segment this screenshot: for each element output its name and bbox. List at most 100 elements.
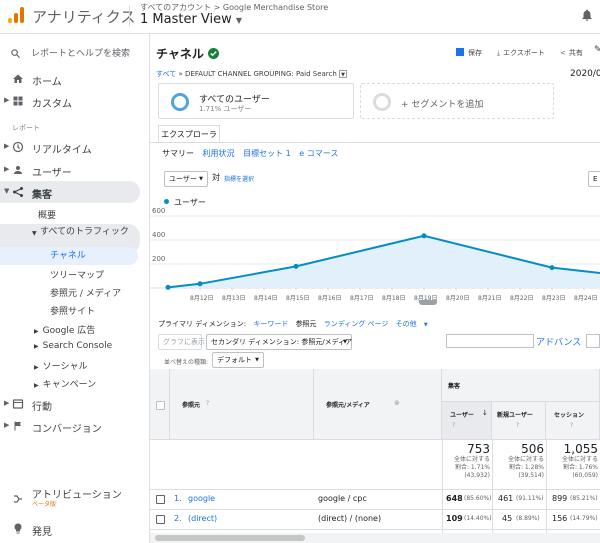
- primary-dim-label: プライマリ ディメンション:: [158, 320, 247, 328]
- date-range[interactable]: 2020/0: [570, 69, 600, 79]
- sidebar-item-home[interactable]: ホーム: [0, 68, 140, 90]
- row-source[interactable]: google: [188, 494, 215, 503]
- dim-keyword[interactable]: キーワード: [253, 320, 288, 328]
- row-medium[interactable]: (direct) / (none): [318, 514, 381, 523]
- sidebar-item-realtime[interactable]: ▶ リアルタイム: [0, 136, 140, 158]
- sidebar-sub-campaigns[interactable]: ▶ キャンペーン: [34, 377, 96, 390]
- save-label: 保存: [468, 49, 482, 57]
- table-search-input[interactable]: [446, 334, 534, 348]
- sidebar-item-conversions[interactable]: ▶ コンバージョン: [0, 415, 140, 437]
- dim-landing-page[interactable]: ランディング ページ: [324, 320, 389, 328]
- row-new-users: 45: [502, 514, 513, 523]
- sidebar-sub-label: キャンペーン: [42, 380, 97, 390]
- tab-explorer[interactable]: エクスプローラ: [158, 125, 220, 143]
- sidebar-sub-referrals[interactable]: 参照サイト: [50, 304, 95, 317]
- clock-icon: [12, 141, 24, 153]
- col-header-users[interactable]: ユーザー ↓?: [442, 402, 492, 440]
- table-view-icon[interactable]: [586, 334, 600, 348]
- segment-all-users[interactable]: すべてのユーザー 1.71% ユーザー: [158, 83, 354, 119]
- data-point[interactable]: [421, 233, 427, 239]
- col-header-medium[interactable]: 参照元/メディア ⊗: [314, 369, 442, 440]
- secondary-dimension-select[interactable]: セカンダリ ディメンション: 参照元/メディア ▼: [206, 334, 352, 350]
- acquisition-icon: [13, 187, 23, 197]
- breadcrumb-all-link[interactable]: すべて: [156, 70, 176, 78]
- metric-select[interactable]: ユーザー ▼: [164, 171, 208, 187]
- subtab-usage[interactable]: 利用状況: [203, 149, 235, 158]
- sidebar-item-discover[interactable]: 発見: [0, 518, 140, 540]
- sidebar: レポートとヘルプを検索 ホーム ▶ カスタム レポート ▶ リアルタイム ▶ ユ…: [0, 34, 150, 543]
- chart-resize-handle[interactable]: [419, 300, 437, 305]
- sidebar-item-acquisition[interactable]: ▼ 集客: [0, 181, 140, 203]
- bell-icon[interactable]: [580, 8, 594, 22]
- add-segment-label: + セグメントを追加: [401, 100, 484, 110]
- sidebar-sub-google-ads[interactable]: ▶ Google 広告: [34, 323, 95, 336]
- reports-section-label: レポート: [12, 124, 40, 132]
- row-medium[interactable]: google / cpc: [318, 494, 367, 503]
- table-row[interactable]: 1. google google / cpc 648 (85.60%) 461 …: [150, 490, 600, 510]
- subtab-summary[interactable]: サマリー: [162, 149, 194, 158]
- sidebar-item-label: カスタム: [32, 99, 72, 110]
- subtab-goal-set[interactable]: 目標セット 1: [243, 149, 291, 158]
- expand-arrow-icon: ▶: [4, 421, 10, 429]
- share-button[interactable]: < 共有: [560, 48, 583, 58]
- horizontal-scrollbar[interactable]: [150, 533, 600, 543]
- row-new-pct: (91.11%): [516, 495, 544, 502]
- save-button[interactable]: 保存: [456, 48, 482, 58]
- sidebar-item-behavior[interactable]: ▶ 行動: [0, 393, 140, 415]
- row-source[interactable]: (direct): [188, 514, 217, 523]
- data-point[interactable]: [197, 281, 203, 287]
- sidebar-sub-search-console[interactable]: ▶ Search Console: [34, 341, 112, 351]
- subtab-ecommerce[interactable]: e コマース: [299, 149, 338, 158]
- data-point[interactable]: [165, 284, 171, 290]
- edit-icon[interactable]: ✎: [594, 45, 600, 55]
- report-search[interactable]: レポートとヘルプを検索: [10, 46, 130, 59]
- col-header-new-users[interactable]: 新規ユーザー?: [492, 402, 546, 440]
- scrollbar-thumb[interactable]: [155, 535, 305, 541]
- sidebar-sub-channels[interactable]: チャネル: [0, 247, 138, 265]
- sidebar-sub-overview[interactable]: 概要: [38, 208, 56, 221]
- grouping-dropdown-icon[interactable]: ▼: [339, 70, 348, 78]
- add-segment-button[interactable]: + セグメントを追加: [360, 83, 554, 119]
- col-header-sessions[interactable]: セッション?: [546, 402, 600, 440]
- row-checkbox[interactable]: [156, 495, 165, 504]
- export-button[interactable]: ⤓ エクスポート: [497, 48, 545, 58]
- select-metric-link[interactable]: 指標を選択: [224, 174, 254, 183]
- x-tick-label: 8月12日: [190, 295, 213, 302]
- table-row[interactable]: 2. (direct) (direct) / (none) 109 (14.40…: [150, 510, 600, 530]
- data-point[interactable]: [549, 265, 555, 271]
- download-icon: ⤓: [497, 49, 501, 57]
- select-all-checkbox[interactable]: [156, 401, 165, 410]
- sidebar-sub-source-medium[interactable]: 参照元 / メディア: [50, 286, 121, 299]
- totals-sessions: 1,055 全体に対する 割合: 1.76% (60,059): [546, 442, 598, 480]
- flag-icon: [14, 421, 21, 431]
- view-selector[interactable]: 1 Master View ▼: [140, 12, 242, 27]
- dim-other[interactable]: その他 ▼: [396, 320, 433, 328]
- page-title-text: チャネル: [156, 47, 204, 61]
- sidebar-item-users[interactable]: ▶ ユーザー: [0, 159, 140, 181]
- dim-source[interactable]: 参照元: [296, 320, 317, 328]
- x-tick-label: 8月24日: [574, 295, 597, 302]
- x-tick-label: 8月17日: [350, 295, 373, 302]
- x-tick-label: 8月15日: [286, 295, 309, 302]
- acquisition-group-label: 集客: [448, 383, 461, 390]
- collapse-arrow-icon: ▼: [32, 230, 37, 237]
- advanced-link[interactable]: アドバンス: [536, 335, 581, 348]
- channel-breadcrumb: すべて » DEFAULT CHANNEL GROUPING: Paid Sea…: [156, 69, 348, 79]
- graph-display-button[interactable]: グラフに表示: [158, 334, 205, 350]
- sidebar-item-custom[interactable]: ▶ カスタム: [0, 90, 140, 112]
- x-tick-label: 8月21日: [478, 295, 501, 302]
- main-content: チャネル 保存 ⤓ エクスポート < 共有 ✎ すべて » DEFAULT CHAN…: [150, 34, 600, 543]
- sidebar-sub-social[interactable]: ▶ ソーシャル: [34, 359, 87, 372]
- chart-options-button[interactable]: E: [588, 171, 600, 187]
- totals-new-users-sub: 全体に対する: [507, 456, 544, 463]
- row-checkbox[interactable]: [156, 515, 165, 524]
- sidebar-item-label: ユーザー: [32, 168, 72, 179]
- expand-arrow-icon: ▶: [4, 96, 10, 104]
- sidebar-item-attribution[interactable]: アトリビューション ベータ版: [0, 484, 140, 514]
- sort-select[interactable]: デフォルト ▼: [212, 352, 264, 368]
- col-header-source[interactable]: 参照元?: [170, 369, 314, 440]
- data-point[interactable]: [293, 263, 299, 269]
- sort-label: 並べ替えの種類:: [164, 359, 209, 366]
- sidebar-sub-treemap[interactable]: ツリーマップ: [50, 268, 104, 281]
- analytics-logo[interactable]: [8, 7, 24, 23]
